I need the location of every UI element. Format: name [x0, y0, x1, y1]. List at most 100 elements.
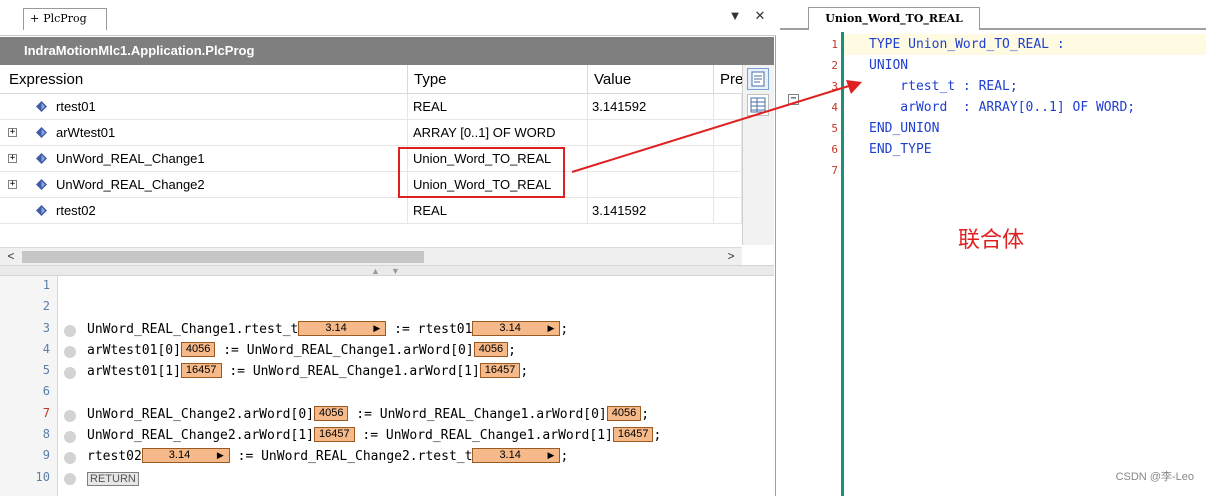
cell-type: REAL	[408, 94, 588, 120]
inline-value[interactable]: 16457	[180, 363, 222, 378]
cell-type: Union_Word_TO_REAL	[408, 172, 588, 198]
cell-prepared[interactable]	[714, 94, 742, 120]
code-line[interactable]: UnWord_REAL_Change1.rtest_t 3.14 ▶ := rtes…	[87, 320, 568, 340]
code-line[interactable]: UnWord_REAL_Change2.arWord[1] 16457 := Un…	[87, 426, 661, 446]
code-line[interactable]: arWord : ARRAY[0..1] OF WORD;	[869, 97, 1135, 118]
code-line[interactable]: UNION	[869, 55, 908, 76]
code-line[interactable]: TYPE Union_Word_TO_REAL :	[869, 34, 1065, 55]
line-number: 7	[42, 406, 50, 420]
cell-prepared[interactable]	[714, 198, 742, 224]
splitter-down-icon[interactable]: ▼	[391, 266, 400, 276]
code-line[interactable]: END_TYPE	[869, 139, 932, 160]
inline-value[interactable]: 3.14 ▶	[141, 448, 230, 463]
code-text: UnWord_REAL_Change2.arWord[0]	[87, 407, 314, 422]
cell-prepared[interactable]	[714, 146, 742, 172]
declaration-editor[interactable]: TYPE Union_Word_TO_REAL : UNION rtest_t …	[844, 32, 1206, 496]
code-text: UnWord_REAL_Change1.rtest_t	[87, 322, 299, 337]
cell-type: REAL	[408, 198, 588, 224]
cell-prepared[interactable]	[714, 120, 742, 146]
code-line[interactable]: arWtest01[1] 16457 := UnWord_REAL_Change1…	[87, 362, 528, 382]
table-row[interactable]: rtest02 REAL 3.141592	[0, 198, 742, 224]
code-text: arWtest01[0]	[87, 343, 181, 358]
horizontal-scrollbar[interactable]: < >	[0, 247, 742, 265]
inline-value[interactable]: 16457	[313, 427, 355, 442]
line-number: 4	[42, 342, 50, 356]
tab-union-word-to-real[interactable]: Union_Word_TO_REAL	[808, 7, 980, 30]
left-tab-strip: + PlcProg ▼ ✕	[0, 0, 776, 36]
code-line[interactable]: rtest02 3.14 ▶ := UnWord_REAL_Change2.rtes…	[87, 447, 568, 467]
pin-icon: +	[30, 12, 40, 25]
tab-plcprog[interactable]: + PlcProg	[23, 8, 107, 30]
splitter-up-icon[interactable]: ▲	[371, 266, 380, 276]
line-gutter: 1 2 3 4 5 6 7 −	[780, 32, 840, 496]
code-text: := UnWord_REAL_Change2.rtest_t	[229, 449, 473, 464]
breakpoint-marker[interactable]	[64, 473, 76, 485]
code-line[interactable]: END_UNION	[869, 118, 939, 139]
editor-title: IndraMotionMlc1.Application.PlcProg	[0, 37, 774, 65]
code-text: := UnWord_REAL_Change1.arWord[0]	[348, 407, 607, 422]
tab-plcprog-label: PlcProg	[43, 12, 87, 25]
arrow-right-icon: ▶	[216, 450, 224, 460]
scroll-right-icon[interactable]: >	[722, 248, 740, 266]
close-icon[interactable]: ✕	[752, 8, 768, 24]
breakpoint-marker[interactable]	[64, 325, 76, 337]
scroll-left-icon[interactable]: <	[2, 248, 20, 266]
cell-value[interactable]	[588, 120, 714, 146]
cell-expression: arWtest01	[0, 120, 408, 146]
breakpoint-marker[interactable]	[64, 367, 76, 379]
scrollbar-thumb[interactable]	[22, 251, 424, 263]
breakpoint-marker[interactable]	[64, 410, 76, 422]
line-number: 8	[42, 427, 50, 441]
table-row[interactable]: + arWtest01 ARRAY [0..1] OF WORD	[0, 120, 742, 146]
watch-table-header: Expression Type Value Pre	[0, 65, 742, 94]
watch-side-toolbar	[742, 65, 774, 245]
watch-editor-pane: + PlcProg ▼ ✕ IndraMotionMlc1.Application…	[0, 0, 776, 496]
code-text: ;	[641, 407, 650, 422]
inline-value[interactable]: 4056	[313, 406, 349, 421]
inline-value[interactable]: 3.14 ▶	[472, 321, 561, 336]
return-marker[interactable]: RETURN	[87, 472, 139, 486]
collapse-icon[interactable]: −	[788, 94, 799, 105]
cell-prepared[interactable]	[714, 172, 742, 198]
code-text: ;	[508, 343, 516, 358]
cell-value[interactable]	[588, 146, 714, 172]
table-row[interactable]: + UnWord_REAL_Change1 Union_Word_TO_REAL	[0, 146, 742, 172]
right-tab-strip: Union_Word_TO_REAL	[780, 0, 1206, 30]
code-text: := UnWord_REAL_Change1.arWord[1]	[354, 428, 613, 443]
breakpoint-marker[interactable]	[64, 431, 76, 443]
inline-value[interactable]: 3.14 ▶	[472, 448, 561, 463]
line-number: 5	[831, 122, 838, 135]
pane-splitter[interactable]: ▲ ▼	[0, 265, 774, 276]
table-row[interactable]: + UnWord_REAL_Change2 Union_Word_TO_REAL	[0, 172, 742, 198]
breakpoint-marker[interactable]	[64, 452, 76, 464]
cell-value[interactable]	[588, 172, 714, 198]
inline-value[interactable]: 16457	[479, 363, 521, 378]
tab-dropdown-icon[interactable]: ▼	[727, 8, 743, 24]
breakpoint-marker[interactable]	[64, 346, 76, 358]
inline-value[interactable]: 4056	[606, 406, 642, 421]
cell-value[interactable]: 3.141592	[588, 94, 714, 120]
inline-value[interactable]: 16457	[612, 427, 654, 442]
code-line[interactable]: rtest_t : REAL;	[869, 76, 1017, 97]
cell-value[interactable]: 3.141592	[588, 198, 714, 224]
line-number: 1	[42, 278, 50, 292]
text-view-icon[interactable]	[747, 68, 769, 90]
code-line[interactable]: arWtest01[0] 4056 := UnWord_REAL_Change1.…	[87, 341, 516, 361]
inline-value[interactable]: 4056	[473, 342, 509, 357]
code-line[interactable]: UnWord_REAL_Change2.arWord[0] 4056 := UnW…	[87, 405, 649, 425]
inline-value[interactable]: 4056	[180, 342, 216, 357]
inline-value[interactable]: 3.14 ▶	[298, 321, 387, 336]
line-number: 2	[831, 59, 838, 72]
watermark: CSDN @李-Leo	[1115, 471, 1194, 483]
col-value[interactable]: Value	[588, 65, 714, 94]
table-view-icon[interactable]	[747, 94, 769, 116]
code-line[interactable]: RETURN	[87, 469, 139, 489]
line-number: 6	[42, 384, 50, 398]
cell-expression: UnWord_REAL_Change2	[0, 172, 408, 198]
col-type[interactable]: Type	[408, 65, 588, 94]
col-expression[interactable]: Expression	[0, 65, 408, 94]
col-prepared[interactable]: Pre	[714, 65, 742, 94]
table-row[interactable]: rtest01 REAL 3.141592	[0, 94, 742, 120]
arrow-right-icon: ▶	[547, 450, 555, 460]
code-editor[interactable]: 1 2 3 4 5 6 7 8 9 10 UnWord_REAL_Change1…	[0, 276, 774, 496]
